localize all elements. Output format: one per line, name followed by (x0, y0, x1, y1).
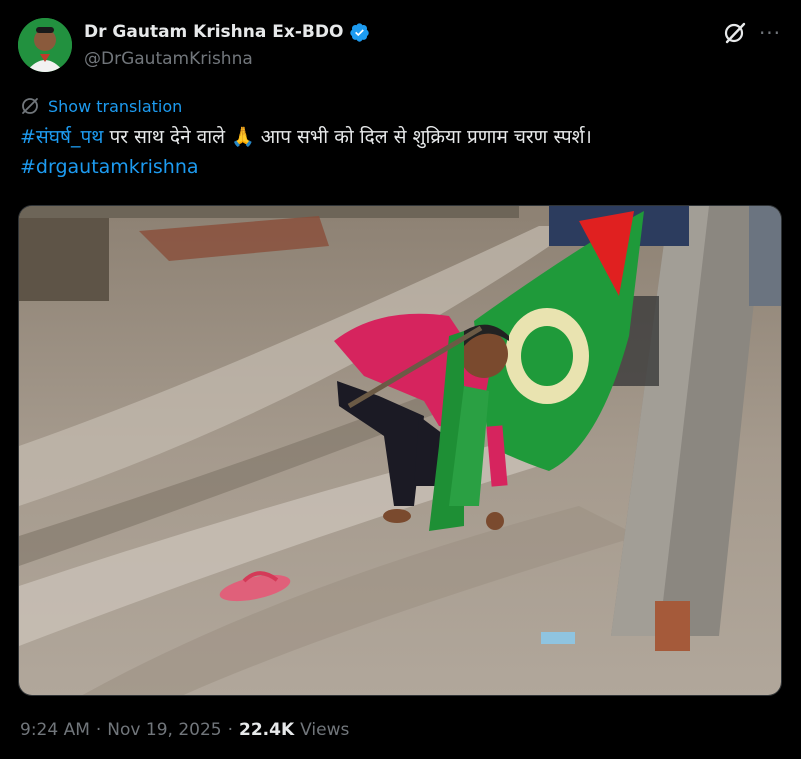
tweet-text: #संघर्ष_पथ पर साथ देने वाले 🙏 आप सभी को … (20, 122, 780, 182)
views-count[interactable]: 22.4K (239, 720, 294, 740)
translate-icon (20, 96, 40, 116)
tweet-photo[interactable] (18, 205, 782, 696)
tweet-meta: 9:24 AM · Nov 19, 2025 · 22.4K Views (20, 720, 349, 740)
meta-separator: · (95, 720, 102, 740)
grok-slash-icon[interactable] (722, 20, 748, 46)
author-name-row: Dr Gautam Krishna Ex-BDO (84, 20, 370, 44)
more-horizontal-icon[interactable]: ··· (758, 22, 782, 44)
tweet-date[interactable]: Nov 19, 2025 (107, 720, 221, 740)
show-translation-row[interactable]: Show translation (20, 96, 182, 116)
tweet-body: पर साथ देने वाले 🙏 आप सभी को दिल से शुक्… (103, 126, 592, 148)
author-display-name[interactable]: Dr Gautam Krishna Ex-BDO (84, 22, 343, 42)
views-label: Views (300, 720, 350, 740)
verified-badge-icon (349, 22, 370, 43)
hashtag-link[interactable]: #drgautamkrishna (20, 156, 199, 178)
avatar[interactable] (18, 18, 72, 72)
tweet: Dr Gautam Krishna Ex-BDO @DrGautamKrishn… (0, 0, 801, 759)
photo-illustration (19, 206, 781, 695)
meta-separator: · (227, 720, 233, 740)
author-handle[interactable]: @DrGautamKrishna (84, 49, 253, 69)
hashtag-link[interactable]: #संघर्ष_पथ (20, 126, 103, 148)
show-translation-link[interactable]: Show translation (48, 97, 182, 116)
tweet-time[interactable]: 9:24 AM (20, 720, 90, 740)
